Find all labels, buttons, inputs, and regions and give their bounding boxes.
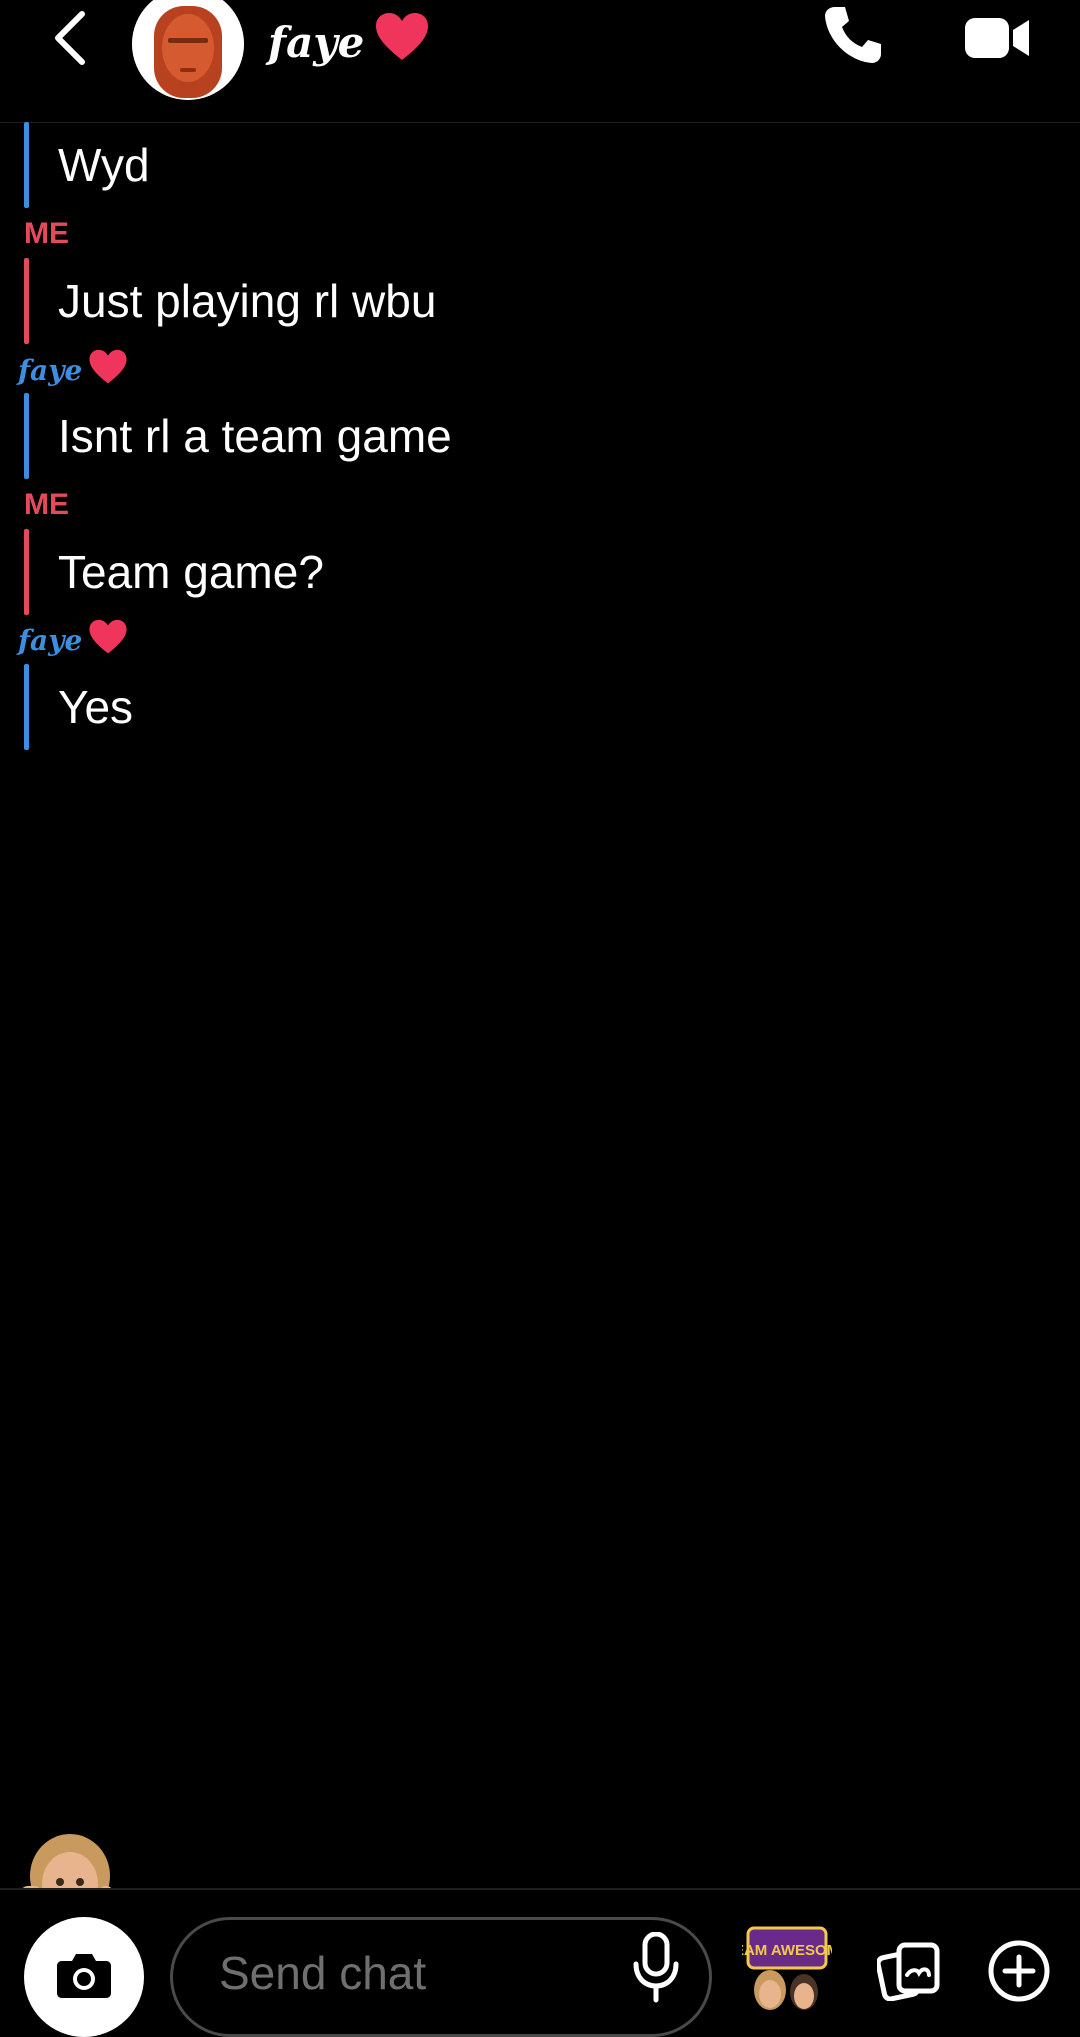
- voice-call-button[interactable]: [818, 2, 888, 72]
- sticker-label: TEAM AWESOME: [742, 1942, 832, 1959]
- sticker-button[interactable]: TEAM AWESOME: [725, 1924, 849, 2012]
- more-options-button[interactable]: [984, 1938, 1054, 2008]
- me-message-bar: [24, 258, 29, 344]
- video-camera-icon: [963, 14, 1031, 67]
- bitmoji-peek-icon: [22, 1834, 112, 1888]
- contact-name[interactable]: faye: [268, 12, 430, 72]
- video-call-button[interactable]: [962, 10, 1032, 70]
- contact-avatar[interactable]: [132, 0, 244, 100]
- composer-divider: [0, 1888, 1080, 1890]
- chevron-left-icon: [50, 8, 90, 73]
- sender-label-faye: faye: [18, 619, 128, 662]
- contact-name-text: faye: [268, 17, 365, 67]
- camera-button[interactable]: [24, 1917, 144, 2037]
- sender-name: faye: [18, 623, 83, 657]
- friend-message-bar: [24, 664, 29, 750]
- voice-note-button[interactable]: [621, 1930, 691, 2010]
- sender-label-me: ME: [24, 488, 69, 521]
- heart-icon: [88, 349, 128, 392]
- sender-label-faye: faye: [18, 349, 128, 392]
- message-text: Team game?: [58, 546, 324, 598]
- message-text: Isnt rl a team game: [58, 410, 452, 462]
- microphone-icon: [631, 1931, 681, 2009]
- message-text: Yes: [58, 681, 134, 733]
- bitmoji-avatar-icon: [132, 0, 244, 100]
- memories-icon: [875, 1941, 941, 2006]
- team-awesome-sticker-icon: TEAM AWESOME: [725, 1926, 849, 2010]
- friend-message-bar: [24, 393, 29, 479]
- friend-message-bar: [24, 122, 29, 208]
- chat-input[interactable]: [217, 1942, 601, 2004]
- camera-icon: [56, 1951, 112, 2004]
- memories-button[interactable]: [874, 1938, 944, 2008]
- me-message-bar: [24, 529, 29, 615]
- sender-name: faye: [18, 353, 83, 387]
- heart-icon: [374, 12, 430, 72]
- chat-input-container[interactable]: [170, 1917, 712, 2037]
- chat-header: faye: [0, 0, 1080, 123]
- plus-circle-icon: [987, 1939, 1051, 2008]
- message-text: Just playing rl wbu: [58, 275, 437, 327]
- phone-icon: [821, 3, 885, 72]
- message-text: Wyd: [58, 139, 150, 191]
- heart-icon: [88, 619, 128, 662]
- friend-bitmoji-peek: [14, 1826, 114, 1888]
- back-button[interactable]: [40, 0, 100, 80]
- sender-label-me: ME: [24, 217, 69, 250]
